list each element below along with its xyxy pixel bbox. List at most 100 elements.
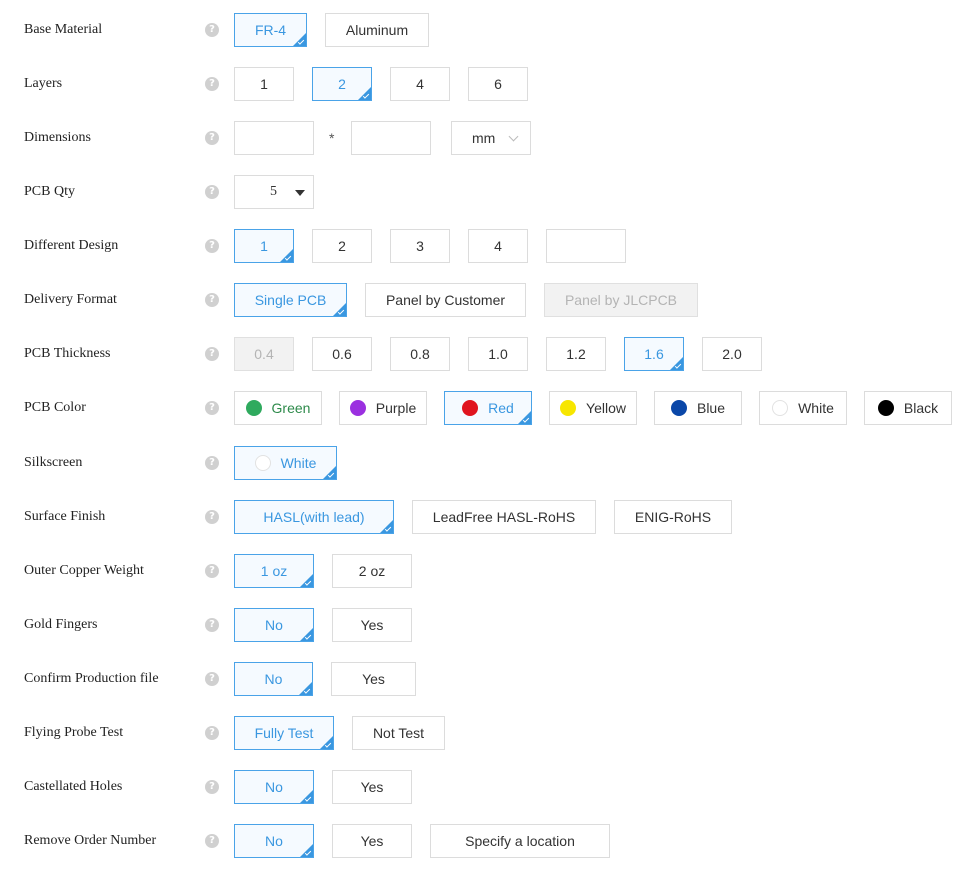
help-icon[interactable]: ?	[205, 239, 219, 253]
color-swatch-purple	[349, 400, 366, 416]
panel-by-customer-button[interactable]: Panel by Customer	[365, 283, 526, 317]
help-icon[interactable]: ?	[205, 293, 219, 307]
not-test-button[interactable]: Not Test	[352, 716, 445, 750]
specify-location-button[interactable]: Specify a location	[430, 824, 610, 858]
color-swatch-blue	[670, 400, 687, 416]
copper-1oz-button[interactable]: 1 oz	[234, 554, 314, 588]
panel-by-jlcpcb-button: Panel by JLCPCB	[544, 283, 698, 317]
row-remove-order-number: Remove Order Number ? No Yes Specify a l…	[0, 824, 980, 858]
enig-rohs-button[interactable]: ENIG-RoHS	[614, 500, 732, 534]
help-icon[interactable]: ?	[205, 23, 219, 37]
help-icon[interactable]: ?	[205, 726, 219, 740]
color-green-button[interactable]: Green	[234, 391, 322, 425]
color-red-button[interactable]: Red	[444, 391, 532, 425]
gold-fingers-label: Gold Fingers	[24, 617, 98, 632]
row-pcb-qty: PCB Qty ? 5	[0, 175, 980, 209]
thickness-1.2-button[interactable]: 1.2	[546, 337, 606, 371]
hasl-with-lead-button[interactable]: HASL(with lead)	[234, 500, 394, 534]
color-blue-button[interactable]: Blue	[654, 391, 742, 425]
design-1-button[interactable]: 1	[234, 229, 294, 263]
color-white-button[interactable]: White	[759, 391, 847, 425]
chevron-down-icon	[508, 131, 519, 142]
thickness-1.0-button[interactable]: 1.0	[468, 337, 528, 371]
fully-test-button[interactable]: Fully Test	[234, 716, 334, 750]
surface-finish-label: Surface Finish	[24, 509, 106, 524]
remove-order-yes-button[interactable]: Yes	[332, 824, 412, 858]
help-icon[interactable]: ?	[205, 456, 219, 470]
outer-copper-weight-label: Outer Copper Weight	[24, 563, 144, 578]
gold-fingers-no-button[interactable]: No	[234, 608, 314, 642]
row-gold-fingers: Gold Fingers ? No Yes	[0, 608, 980, 642]
row-delivery-format: Delivery Format ? Single PCB Panel by Cu…	[0, 283, 980, 317]
single-pcb-button[interactable]: Single PCB	[234, 283, 347, 317]
unit-value: mm	[472, 130, 496, 146]
flying-probe-test-label: Flying Probe Test	[24, 725, 124, 740]
color-swatch-yellow	[560, 400, 577, 416]
design-2-button[interactable]: 2	[312, 229, 372, 263]
silkscreen-swatch-white	[254, 455, 271, 471]
design-custom-input[interactable]	[546, 229, 626, 263]
pcb-qty-label: PCB Qty	[24, 184, 75, 199]
help-icon[interactable]: ?	[205, 780, 219, 794]
help-icon[interactable]: ?	[205, 618, 219, 632]
remove-order-no-button[interactable]: No	[234, 824, 314, 858]
layers-6-button[interactable]: 6	[468, 67, 528, 101]
help-icon[interactable]: ?	[205, 401, 219, 415]
row-confirm-production-file: Confirm Production file ? No Yes	[0, 662, 980, 696]
row-surface-finish: Surface Finish ? HASL(with lead) LeadFre…	[0, 500, 980, 534]
help-icon[interactable]: ?	[205, 347, 219, 361]
help-icon[interactable]: ?	[205, 672, 219, 686]
help-icon[interactable]: ?	[205, 185, 219, 199]
base-material-fr4-button[interactable]: FR-4	[234, 13, 307, 47]
color-purple-button[interactable]: Purple	[339, 391, 427, 425]
castellated-yes-button[interactable]: Yes	[332, 770, 412, 804]
length-input[interactable]	[351, 121, 431, 155]
row-silkscreen: Silkscreen ? White	[0, 446, 980, 480]
pcb-options-form: Base Material ? FR-4 Aluminum Layers ? 1…	[0, 0, 980, 882]
layers-4-button[interactable]: 4	[390, 67, 450, 101]
unit-select[interactable]: mm	[451, 121, 531, 155]
help-icon[interactable]: ?	[205, 834, 219, 848]
thickness-0.6-button[interactable]: 0.6	[312, 337, 372, 371]
gold-fingers-yes-button[interactable]: Yes	[332, 608, 412, 642]
pcb-thickness-label: PCB Thickness	[24, 346, 111, 361]
pcb-qty-value: 5	[270, 184, 277, 199]
color-swatch-black	[877, 400, 894, 416]
silkscreen-white-label: White	[280, 455, 317, 471]
delivery-format-label: Delivery Format	[24, 292, 117, 307]
different-design-label: Different Design	[24, 238, 119, 253]
dimension-separator: *	[329, 130, 335, 146]
layers-2-button[interactable]: 2	[312, 67, 372, 101]
help-icon[interactable]: ?	[205, 564, 219, 578]
confirm-file-no-button[interactable]: No	[234, 662, 313, 696]
silkscreen-white-button[interactable]: White	[234, 446, 337, 480]
pcb-color-label: PCB Color	[24, 400, 86, 415]
confirm-file-yes-button[interactable]: Yes	[331, 662, 416, 696]
design-3-button[interactable]: 3	[390, 229, 450, 263]
help-icon[interactable]: ?	[205, 510, 219, 524]
copper-2oz-button[interactable]: 2 oz	[332, 554, 412, 588]
thickness-1.6-button[interactable]: 1.6	[624, 337, 684, 371]
thickness-2.0-button[interactable]: 2.0	[702, 337, 762, 371]
remove-order-number-label: Remove Order Number	[24, 833, 157, 848]
design-4-button[interactable]: 4	[468, 229, 528, 263]
width-input[interactable]	[234, 121, 314, 155]
dimensions-label: Dimensions	[24, 130, 91, 145]
help-icon[interactable]: ?	[205, 77, 219, 91]
color-yellow-label: Yellow	[586, 400, 626, 416]
color-yellow-button[interactable]: Yellow	[549, 391, 637, 425]
confirm-production-file-label: Confirm Production file	[24, 671, 159, 686]
pcb-qty-select[interactable]: 5	[234, 175, 314, 209]
layers-1-button[interactable]: 1	[234, 67, 294, 101]
thickness-0.8-button[interactable]: 0.8	[390, 337, 450, 371]
row-pcb-color: PCB Color ? Green Purple Red Yellow Blue	[0, 391, 980, 425]
row-outer-copper-weight: Outer Copper Weight ? 1 oz 2 oz	[0, 554, 980, 588]
color-black-button[interactable]: Black	[864, 391, 952, 425]
help-icon[interactable]: ?	[205, 131, 219, 145]
leadfree-hasl-button[interactable]: LeadFree HASL-RoHS	[412, 500, 596, 534]
color-white-label: White	[798, 400, 834, 416]
thickness-0.4-button: 0.4	[234, 337, 294, 371]
castellated-no-button[interactable]: No	[234, 770, 314, 804]
base-material-aluminum-button[interactable]: Aluminum	[325, 13, 429, 47]
row-flying-probe-test: Flying Probe Test ? Fully Test Not Test	[0, 716, 980, 750]
